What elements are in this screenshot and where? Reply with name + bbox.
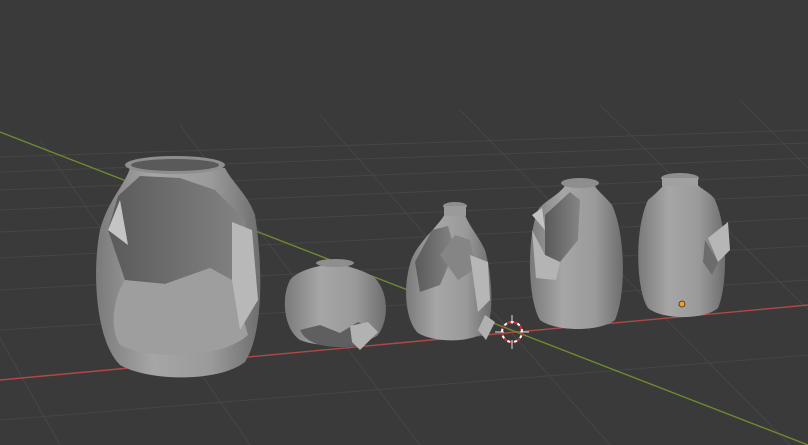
broken-vase-medium[interactable] (529, 178, 623, 329)
broken-vase-large[interactable] (96, 156, 261, 378)
3d-viewport[interactable] (0, 0, 808, 445)
vase-selected[interactable] (638, 173, 730, 317)
viewport-scene (0, 99, 808, 445)
object-origin-icon (678, 300, 686, 308)
broken-pot-small[interactable] (284, 259, 386, 350)
broken-bottle[interactable] (406, 202, 495, 341)
